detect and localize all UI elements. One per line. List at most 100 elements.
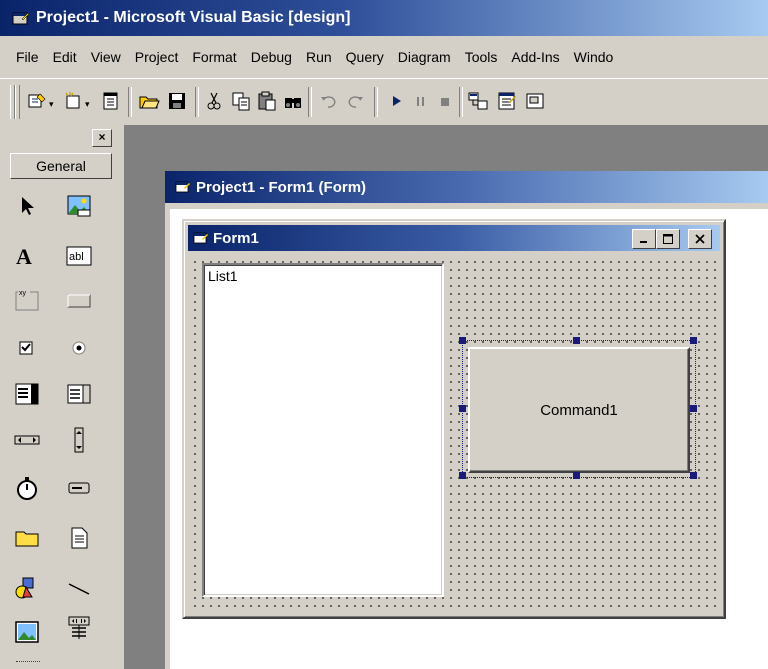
label-icon: A xyxy=(16,244,32,269)
resize-handle-e[interactable] xyxy=(690,405,697,412)
form1-title-bar[interactable]: Form1 xyxy=(188,225,720,251)
project-explorer-icon[interactable] xyxy=(467,90,489,112)
hscrollbar-icon xyxy=(14,435,40,445)
combobox-tool[interactable] xyxy=(14,381,40,407)
toolbox-general-tab[interactable]: General xyxy=(10,153,112,179)
cut-icon[interactable] xyxy=(203,90,225,112)
form1-title: Form1 xyxy=(213,229,259,247)
toolbar-grip-2[interactable] xyxy=(15,85,20,119)
undo-icon[interactable] xyxy=(318,90,340,112)
label-tool[interactable]: A xyxy=(14,243,40,269)
vscrollbar-tool[interactable] xyxy=(66,427,92,453)
minimize-icon xyxy=(640,241,647,243)
frame-tool[interactable]: xy xyxy=(14,287,40,313)
resize-handle-s[interactable] xyxy=(573,472,580,479)
resize-handle-n[interactable] xyxy=(573,337,580,344)
close-icon xyxy=(695,234,705,244)
pointer-icon xyxy=(22,197,34,215)
menu-run[interactable]: Run xyxy=(299,49,339,65)
svg-text:A: A xyxy=(16,244,32,269)
data-tool[interactable] xyxy=(66,615,92,641)
command1-button[interactable]: Command1 xyxy=(468,347,690,473)
resize-handle-ne[interactable] xyxy=(690,337,697,344)
save-icon[interactable] xyxy=(166,90,188,112)
combobox-icon xyxy=(15,383,39,405)
resize-handle-sw[interactable] xyxy=(459,472,466,479)
picturebox-tool[interactable] xyxy=(66,193,92,219)
add-form-icon[interactable] xyxy=(62,90,84,112)
form1-icon xyxy=(193,232,208,244)
end-icon[interactable] xyxy=(434,90,456,112)
shape-icon xyxy=(15,577,34,599)
properties-window-icon[interactable] xyxy=(496,90,518,112)
add-project-icon[interactable] xyxy=(26,90,48,112)
start-icon[interactable] xyxy=(386,90,408,112)
resize-handle-nw[interactable] xyxy=(459,337,466,344)
pointer-tool[interactable] xyxy=(14,193,40,219)
menu-view[interactable]: View xyxy=(84,49,128,65)
app-title-bar[interactable]: Project1 - Microsoft Visual Basic [desig… xyxy=(0,0,768,36)
shape-tool[interactable] xyxy=(14,575,40,601)
optionbutton-tool[interactable] xyxy=(66,335,92,361)
dirlistbox-icon xyxy=(15,531,39,547)
menu-window[interactable]: Windo xyxy=(567,49,621,65)
paste-icon[interactable] xyxy=(256,90,278,112)
form1-design-grid[interactable]: List1 Command1 xyxy=(188,255,720,613)
drivelistbox-icon xyxy=(68,482,90,494)
line-tool[interactable] xyxy=(66,575,92,601)
commandbutton-icon xyxy=(67,294,91,308)
filelistbox-tool[interactable] xyxy=(66,525,92,551)
menu-diagram[interactable]: Diagram xyxy=(391,49,458,65)
menu-add-ins[interactable]: Add-Ins xyxy=(504,49,566,65)
textbox-tool[interactable]: abl xyxy=(66,243,92,269)
find-icon[interactable] xyxy=(282,90,304,112)
checkbox-icon xyxy=(19,341,33,355)
listbox-tool[interactable] xyxy=(66,381,92,407)
toolbox-close-button[interactable]: × xyxy=(92,129,112,147)
timer-tool[interactable] xyxy=(14,475,40,501)
listbox-icon xyxy=(67,384,91,404)
menu-file[interactable]: File xyxy=(0,49,46,65)
dirlistbox-tool[interactable] xyxy=(14,525,40,551)
app-title: Project1 - Microsoft Visual Basic [desig… xyxy=(36,9,351,26)
menu-project[interactable]: Project xyxy=(128,49,186,65)
menu-format[interactable]: Format xyxy=(185,49,243,65)
toolbar-separator xyxy=(128,87,132,117)
more-tools-indicator xyxy=(16,661,40,665)
resize-handle-w[interactable] xyxy=(459,405,466,412)
form-designer-client: Form1 List1 Command1 xyxy=(170,209,768,669)
form1-window[interactable]: Form1 List1 Command1 xyxy=(182,219,726,619)
menu-query[interactable]: Query xyxy=(339,49,391,65)
hscrollbar-tool[interactable] xyxy=(14,427,40,453)
list1-item: List1 xyxy=(208,268,238,284)
minimize-button[interactable] xyxy=(632,229,656,249)
break-icon[interactable] xyxy=(410,90,432,112)
commandbutton-tool[interactable] xyxy=(66,287,92,313)
dropdown-arrow-icon[interactable]: ▾ xyxy=(49,99,54,110)
menu-tools[interactable]: Tools xyxy=(458,49,505,65)
maximize-button[interactable] xyxy=(656,229,680,249)
toolbar-separator-3 xyxy=(308,87,312,117)
dropdown-arrow-icon-2[interactable]: ▾ xyxy=(85,99,90,110)
form-layout-icon[interactable] xyxy=(524,90,546,112)
image-icon xyxy=(15,621,39,643)
form-designer-window: Project1 - Form1 (Form) Form1 List1 Comm… xyxy=(165,171,768,669)
toolbar-separator-4 xyxy=(374,87,378,117)
copy-icon[interactable] xyxy=(230,90,252,112)
drivelistbox-tool[interactable] xyxy=(66,475,92,501)
menu-edit[interactable]: Edit xyxy=(46,49,84,65)
open-folder-icon[interactable] xyxy=(138,90,160,112)
redo-icon[interactable] xyxy=(344,90,366,112)
menu-editor-icon[interactable] xyxy=(100,90,122,112)
resize-handle-se[interactable] xyxy=(690,472,697,479)
image-tool[interactable] xyxy=(14,619,40,645)
toolbar-separator-2 xyxy=(195,87,199,117)
list1-listbox[interactable]: List1 xyxy=(202,263,444,597)
close-button[interactable] xyxy=(688,229,712,249)
filelistbox-icon xyxy=(71,527,88,549)
menu-debug[interactable]: Debug xyxy=(244,49,299,65)
menu-bar: File Edit View Project Format Debug Run … xyxy=(0,36,768,78)
form-designer-title-bar[interactable]: Project1 - Form1 (Form) xyxy=(165,171,768,203)
vscrollbar-icon xyxy=(74,427,84,453)
checkbox-tool[interactable] xyxy=(14,335,40,361)
